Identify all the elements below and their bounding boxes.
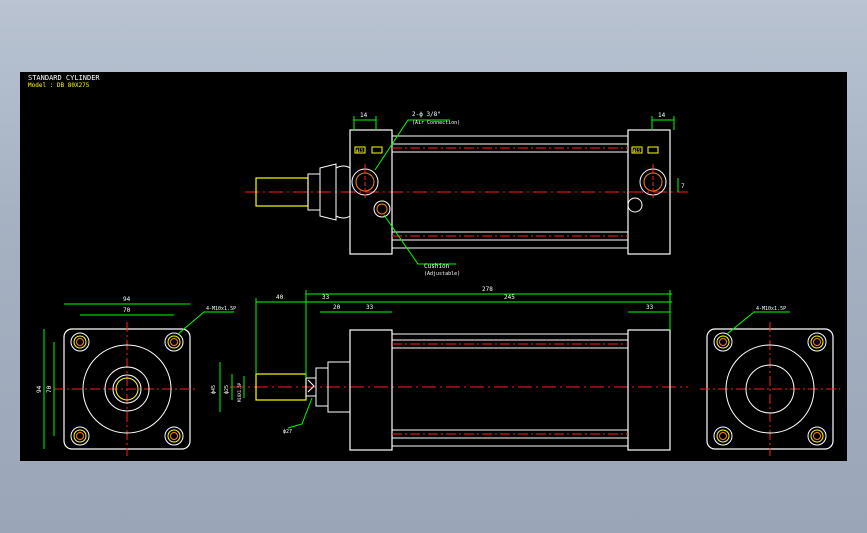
dim-left-port: 14 [360, 112, 368, 119]
end-left-dim-hpitch: 70 [46, 385, 53, 393]
end-left-bolt-br [164, 426, 184, 446]
end-right-thread-leader [726, 311, 790, 335]
port-callout-leader [374, 119, 450, 171]
end-right-bolt-tr [807, 332, 827, 352]
side-view-tail-cap [627, 329, 671, 451]
dim-flange: 20 [333, 304, 341, 311]
top-view-cushion-left [373, 200, 391, 218]
dim-rod-ext: 40 [276, 294, 284, 301]
top-view-cushion-right [627, 197, 643, 213]
drawing-title: STANDARD CYLINDER [28, 74, 100, 82]
nut-leader [287, 397, 313, 429]
port-tag-right-label: ф15 [633, 148, 641, 153]
drawing-viewport[interactable]: STANDARD CYLINDER Model : DB 80X275 ф15 … [20, 72, 847, 461]
end-left-dim-pitch: 70 [123, 307, 131, 314]
dim-thread: M18X1.5P [237, 382, 242, 402]
end-right-bolt-bl [713, 426, 733, 446]
drawing-model: Model : DB 80X275 [28, 82, 90, 89]
top-view: ф15 ф15 14 14 2-ф 3/8" (Air Connection) … [245, 111, 688, 277]
port-tag-left-label: ф15 [356, 148, 364, 153]
end-left-bolt-tl [70, 332, 90, 352]
side-view-head-cap [349, 329, 393, 451]
dim-head: 33 [366, 304, 374, 311]
dim-shaft-dia: ф45 [211, 385, 217, 394]
port-callout-sub: (Air Connection) [412, 120, 460, 126]
dim-right-offset: 7 [681, 183, 685, 190]
top-view-cushion-left-inner [376, 203, 388, 215]
top-view-tag-right-2 [647, 146, 659, 154]
end-view-left: 94 70 94 70 4-M10x1.5P [36, 296, 236, 456]
top-view-tag-left-2 [371, 146, 383, 154]
end-view-right: 4-M10x1.5P [700, 306, 840, 456]
dim-rod-boss: 33 [322, 294, 330, 301]
end-left-bolt-tr [164, 332, 184, 352]
cad-drawing: STANDARD CYLINDER Model : DB 80X275 ф15 … [28, 74, 840, 456]
dim-right-port: 14 [658, 112, 666, 119]
end-left-dim-width: 94 [123, 296, 131, 303]
end-right-bolt-br [807, 426, 827, 446]
end-left-bolt-bl [70, 426, 90, 446]
port-callout: 2-ф 3/8" [412, 111, 441, 118]
dim-tail: 33 [646, 304, 654, 311]
side-view-barrel [391, 333, 629, 447]
dim-overall: 278 [482, 286, 493, 293]
end-right-thread-callout: 4-M10x1.5P [756, 306, 786, 312]
cushion-label: Cushion [424, 263, 450, 270]
end-right-bolt-tl [713, 332, 733, 352]
side-view: 278 40 33 245 20 33 33 ф45 ф25 M18X1.5P … [211, 286, 688, 451]
end-left-dim-height: 94 [36, 385, 43, 393]
cushion-sub: (Adjustable) [424, 271, 460, 277]
dim-rod-dia: ф25 [224, 385, 230, 394]
dim-body: 245 [504, 294, 515, 301]
end-left-thread-callout: 4-M10x1.5P [206, 306, 236, 312]
side-view-nut-chamfer [307, 379, 315, 393]
dim-nut: ф27 [283, 429, 292, 435]
